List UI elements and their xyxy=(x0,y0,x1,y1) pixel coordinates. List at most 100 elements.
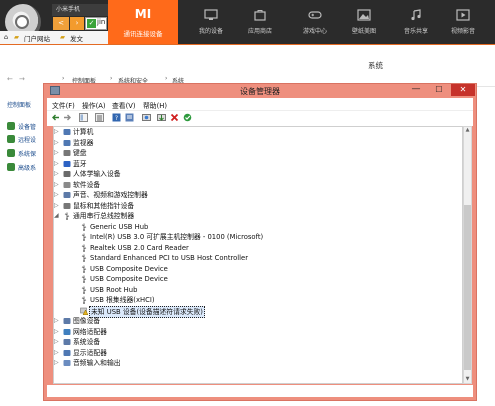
bookmark-portal[interactable]: 门户网站 xyxy=(24,33,50,43)
expand-arrow-icon[interactable]: ▷ xyxy=(54,169,60,179)
minimize-button[interactable]: — xyxy=(405,84,427,96)
nav-item-wallpaper[interactable]: 壁纸美图 xyxy=(342,0,386,44)
expand-arrow-icon[interactable]: ▷ xyxy=(54,337,60,347)
expand-arrow-icon[interactable]: ▷ xyxy=(54,127,60,137)
monitor-icon xyxy=(63,139,71,146)
computer-icon xyxy=(63,128,71,135)
scrollbar-thumb[interactable] xyxy=(464,205,471,370)
back-arrow-icon[interactable]: ← xyxy=(7,75,13,83)
device-label: USB Composite Device xyxy=(90,275,168,283)
forward-arrow-icon[interactable] xyxy=(63,113,72,122)
nav-label: 音乐共享 xyxy=(403,28,428,35)
expand-arrow-icon[interactable]: ▷ xyxy=(54,316,60,326)
control-panel-sidebar: 控制面板 设备管 远程设 系统保 高级系 xyxy=(0,86,44,406)
hid-icon xyxy=(63,170,71,177)
device-manager-icon xyxy=(50,86,60,95)
breadcrumb-separator-icon: › xyxy=(165,75,168,82)
collapse-arrow-icon[interactable]: ◢ xyxy=(54,211,60,221)
sidebar-link-device-manager[interactable]: 设备管 xyxy=(18,122,36,131)
sidebar-link-remote[interactable]: 远程设 xyxy=(18,135,36,144)
shield-icon xyxy=(7,122,15,130)
nav-item-game-center[interactable]: 游戏中心 xyxy=(293,0,337,44)
shield-icon xyxy=(7,135,15,143)
nav-item-music[interactable]: 音乐共享 xyxy=(394,0,438,44)
scroll-down-icon[interactable]: ▼ xyxy=(464,376,471,383)
nav-item-my-device[interactable]: 我的设备 xyxy=(189,0,233,44)
device-label: 监视器 xyxy=(73,138,94,147)
device-label: Intel(R) USB 3.0 可扩展主机控制器 - 0100 (Micros… xyxy=(90,233,264,241)
sound-icon xyxy=(63,191,71,198)
display-adapter-icon xyxy=(63,349,71,356)
monitor-icon xyxy=(204,9,218,20)
back-button[interactable]: < xyxy=(53,17,69,30)
address-text[interactable]: jin xyxy=(97,18,105,26)
usb-device-icon xyxy=(80,233,88,241)
expand-arrow-icon[interactable]: ▷ xyxy=(54,180,60,190)
forward-arrow-icon[interactable]: → xyxy=(19,75,25,83)
nav-item-app-store[interactable]: 应用商店 xyxy=(238,0,282,44)
maximize-button[interactable]: ☐ xyxy=(428,84,450,96)
scroll-up-icon[interactable]: ▲ xyxy=(464,127,471,134)
menu-view[interactable]: 查看(V) xyxy=(112,100,136,110)
home-icon[interactable]: ⌂ xyxy=(4,33,8,41)
expand-arrow-icon[interactable]: ▷ xyxy=(54,148,60,158)
properties-icon[interactable] xyxy=(125,113,134,122)
expand-arrow-icon[interactable]: ▷ xyxy=(54,358,60,368)
status-bar xyxy=(47,385,473,397)
svg-text:?: ? xyxy=(115,115,118,122)
device-label: 图像设备 xyxy=(73,317,101,325)
device-label: 蓝牙 xyxy=(73,159,87,168)
device-label: 计算机 xyxy=(73,128,94,136)
expand-arrow-icon[interactable]: ▷ xyxy=(54,138,60,148)
bookmark-fawen[interactable]: 发文 xyxy=(70,33,83,43)
network-icon xyxy=(63,328,71,335)
menu-help[interactable]: 帮助(H) xyxy=(143,100,167,110)
enable-device-icon[interactable] xyxy=(183,113,192,122)
folder-icon: ▰ xyxy=(60,33,65,41)
help-icon[interactable]: ? xyxy=(112,113,121,122)
list-view-icon[interactable] xyxy=(95,113,104,122)
device-label: Generic USB Hub xyxy=(90,222,149,231)
device-label: USB Composite Device xyxy=(90,264,168,273)
video-icon xyxy=(456,9,470,21)
usb-device-icon xyxy=(80,223,88,231)
menu-action[interactable]: 操作(A) xyxy=(82,100,106,110)
usb-device-icon xyxy=(80,254,88,262)
keyboard-icon xyxy=(63,149,71,156)
nav-item-video[interactable]: 视频影音 xyxy=(441,0,485,44)
shield-icon xyxy=(7,149,15,157)
browser-tab[interactable]: 小米手机 xyxy=(52,4,110,16)
nav-label-connect-device: 通讯连接设备 xyxy=(123,30,163,38)
sidebar-link-advanced[interactable]: 高级系 xyxy=(18,163,36,172)
sidebar-heading[interactable]: 控制面板 xyxy=(7,100,31,109)
device-label: 键盘 xyxy=(73,149,87,157)
device-label: Standard Enhanced PCI to USB Host Contro… xyxy=(90,254,249,262)
folder-icon: ▰ xyxy=(14,33,19,41)
device-label: Realtek USB 2.0 Card Reader xyxy=(90,243,189,252)
expand-arrow-icon[interactable]: ▷ xyxy=(54,327,60,337)
nav-label: 应用商店 xyxy=(247,28,272,35)
expand-arrow-icon[interactable]: ▷ xyxy=(54,159,60,169)
expand-arrow-icon[interactable]: ▷ xyxy=(54,190,60,200)
nav-label: 视频影音 xyxy=(450,28,475,35)
close-button[interactable]: ✕ xyxy=(451,84,475,96)
forward-button[interactable]: › xyxy=(70,17,84,30)
device-manager-title: 设备管理器 xyxy=(240,87,280,96)
update-driver-icon[interactable] xyxy=(157,113,166,122)
bookmarks-bar: ⌂ ▰ 门户网站 ▰ 发文 xyxy=(0,31,108,45)
show-hide-tree-icon[interactable] xyxy=(79,113,88,122)
scan-hardware-icon[interactable] xyxy=(142,113,151,122)
menu-file[interactable]: 文件(F) xyxy=(52,100,75,110)
warning-icon xyxy=(80,307,89,315)
music-icon xyxy=(411,9,421,21)
uninstall-icon[interactable] xyxy=(170,113,179,122)
expand-arrow-icon[interactable]: ▷ xyxy=(54,201,60,211)
bag-icon xyxy=(254,10,266,21)
expand-arrow-icon[interactable]: ▷ xyxy=(54,348,60,358)
nav-label: 壁纸美图 xyxy=(351,28,376,35)
back-arrow-icon[interactable] xyxy=(51,113,60,122)
toolbar xyxy=(47,110,473,126)
sidebar-link-protection[interactable]: 系统保 xyxy=(18,149,36,158)
usb-device-icon xyxy=(80,275,88,283)
device-label: 软件设备 xyxy=(73,180,101,189)
